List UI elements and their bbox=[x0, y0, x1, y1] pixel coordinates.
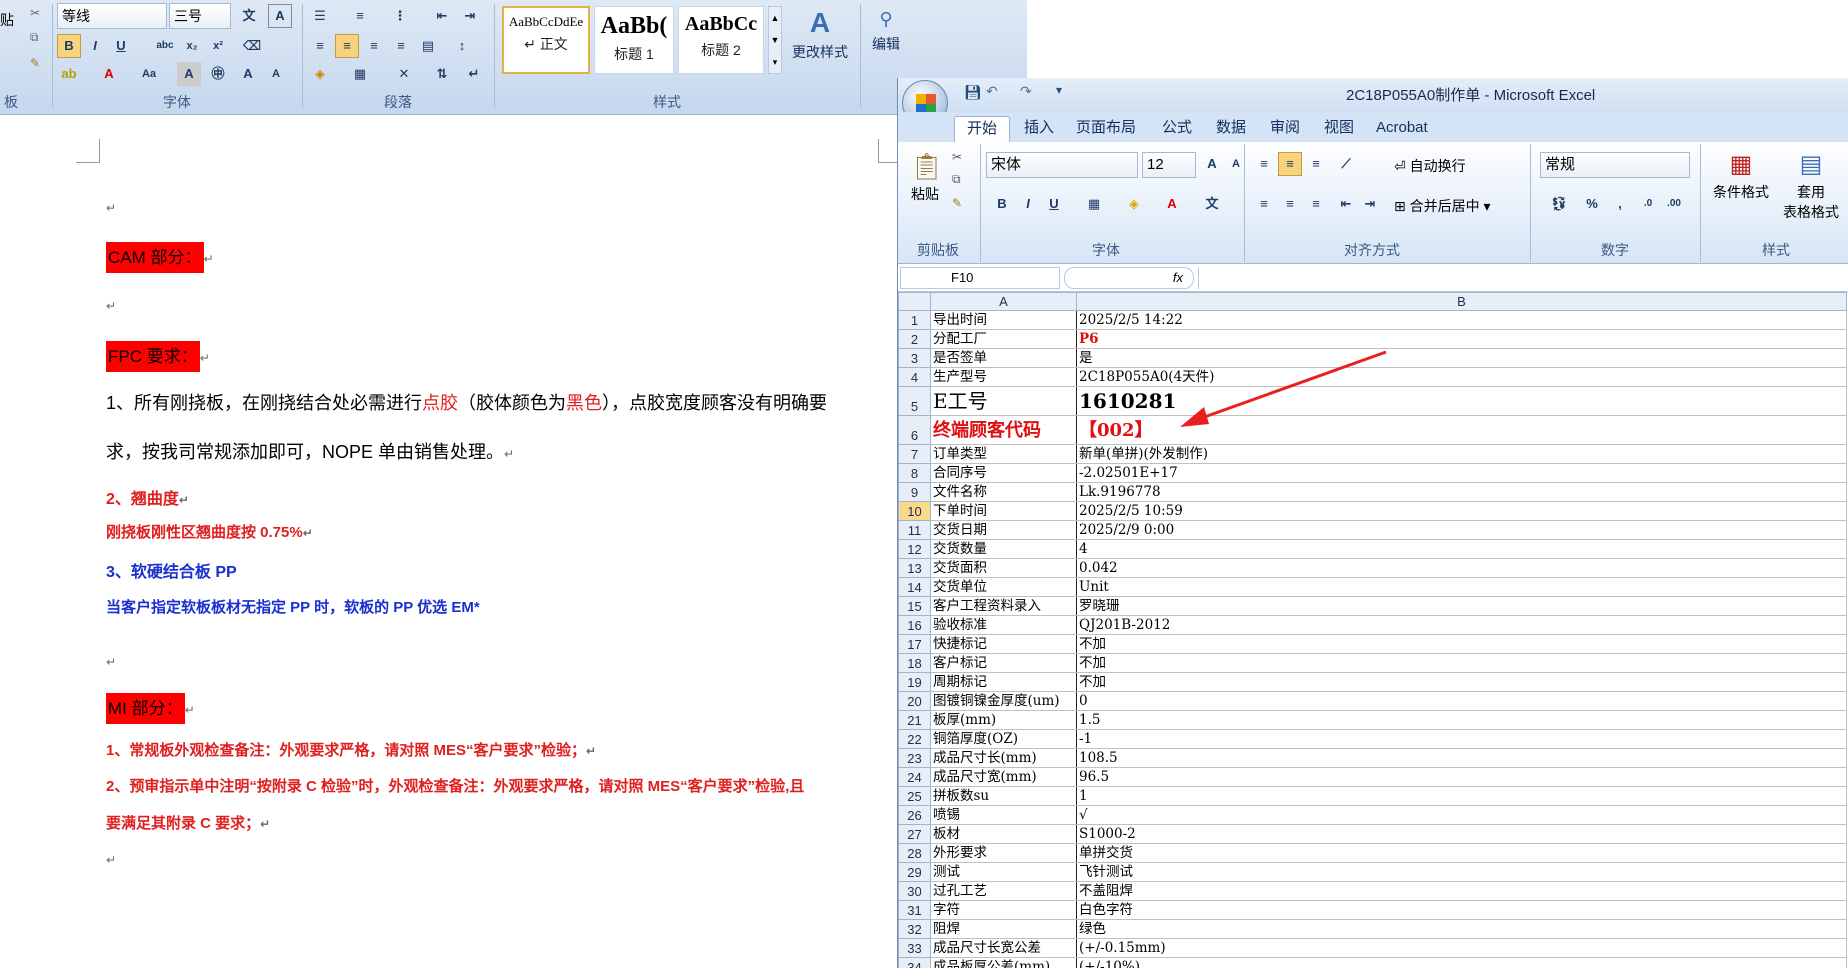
arrow-line bbox=[1195, 350, 1387, 422]
annotation-arrow bbox=[1180, 350, 1387, 427]
arrow-head bbox=[1180, 407, 1209, 427]
